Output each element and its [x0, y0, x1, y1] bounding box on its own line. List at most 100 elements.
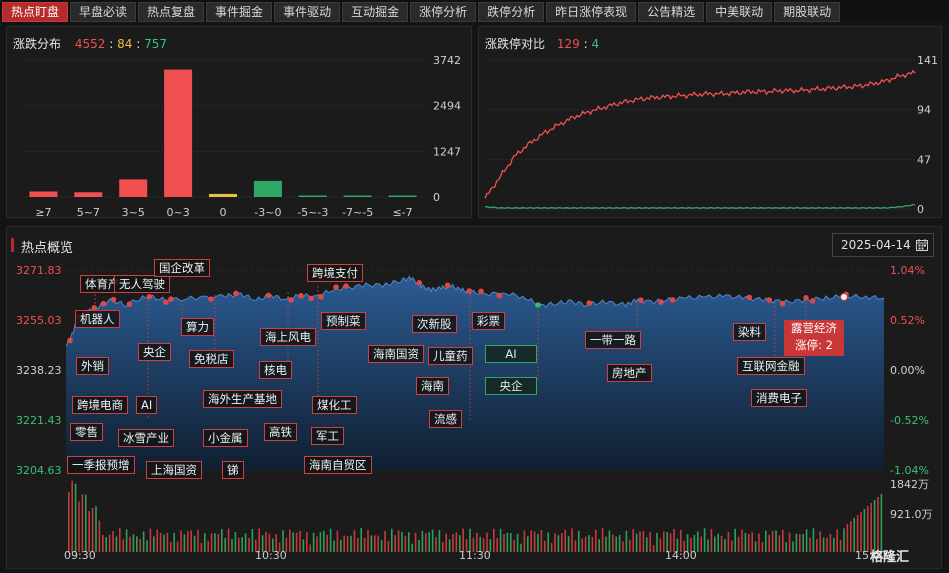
- topic-dot[interactable]: [168, 296, 174, 302]
- topic-tag[interactable]: 军工: [311, 427, 344, 445]
- volume-bar: [377, 535, 379, 552]
- topic-tag[interactable]: 互联网金融: [737, 357, 805, 375]
- right-axis-label: 0.00%: [890, 364, 925, 377]
- topic-dot[interactable]: [265, 292, 272, 299]
- volume-bar: [200, 542, 203, 552]
- volume-bar: [629, 539, 631, 552]
- topic-dot[interactable]: [638, 297, 644, 304]
- volume-bar: [309, 544, 311, 552]
- topic-tag[interactable]: 海南: [416, 377, 449, 395]
- topic-tag[interactable]: 核电: [259, 361, 292, 379]
- volume-bar: [302, 539, 305, 552]
- topic-dot[interactable]: [288, 297, 294, 303]
- topic-tag[interactable]: 一季报预增: [67, 456, 135, 474]
- topic-dot[interactable]: [67, 337, 73, 344]
- topic-dot[interactable]: [658, 299, 664, 305]
- topic-tag[interactable]: 算力: [181, 318, 214, 336]
- volume-bar: [520, 543, 522, 552]
- topic-dot[interactable]: [233, 290, 239, 297]
- topic-tag[interactable]: 免税店: [189, 350, 234, 368]
- volume-bar: [595, 529, 597, 552]
- volume-bar: [425, 533, 427, 552]
- volume-bar: [136, 536, 138, 552]
- topic-dot[interactable]: [343, 283, 349, 289]
- volume-bar: [248, 537, 250, 552]
- topic-dot[interactable]: [478, 288, 484, 295]
- topic-tag[interactable]: 煤化工: [312, 396, 357, 414]
- volume-bar: [503, 534, 505, 552]
- topic-tag[interactable]: 无人驾驶: [114, 275, 170, 293]
- topic-tag[interactable]: 冰雪产业: [118, 429, 174, 447]
- topic-tag[interactable]: 染料: [733, 323, 766, 341]
- volume-bar: [516, 533, 519, 552]
- topic-tag[interactable]: 海南国资: [368, 345, 424, 363]
- volume-bar: [119, 528, 121, 552]
- topic-tag[interactable]: 海上风电: [260, 328, 316, 346]
- topic-tag[interactable]: 高铁: [264, 423, 297, 441]
- volume-bar: [370, 535, 373, 552]
- topic-tag[interactable]: 外销: [76, 357, 109, 375]
- volume-bar: [241, 537, 243, 552]
- volume-bar: [754, 541, 757, 552]
- topic-tag[interactable]: 预制菜: [321, 312, 366, 330]
- volume-bar: [605, 536, 607, 552]
- topic-dot[interactable]: [444, 282, 451, 289]
- tooltip-anchor-dot[interactable]: [840, 293, 848, 301]
- volume-bar: [391, 528, 393, 552]
- volume-bar: [68, 492, 70, 552]
- topic-dot[interactable]: [163, 299, 169, 305]
- tooltip-name: 露营经济: [791, 321, 837, 335]
- topic-tag[interactable]: 跨境电商: [72, 396, 128, 414]
- topic-tag[interactable]: 跨境支付: [307, 264, 363, 282]
- topic-dot[interactable]: [298, 293, 304, 299]
- left-axis-label: 3255.03: [16, 314, 62, 327]
- topic-tag[interactable]: 机器人: [75, 310, 120, 328]
- topic-tag[interactable]: 央企: [138, 343, 171, 361]
- topic-dot[interactable]: [110, 296, 117, 303]
- topic-dot[interactable]: [779, 300, 786, 307]
- topic-dot[interactable]: [146, 293, 153, 300]
- topic-tag[interactable]: 消费电子: [751, 389, 807, 407]
- topic-tag[interactable]: 海南自贸区: [304, 456, 372, 474]
- volume-bar: [527, 536, 529, 552]
- topic-tag[interactable]: 房地产: [607, 364, 652, 382]
- topic-dot[interactable]: [318, 293, 324, 300]
- topic-dot[interactable]: [809, 298, 816, 304]
- topic-dot[interactable]: [333, 284, 339, 290]
- topic-tag[interactable]: 央企: [485, 377, 537, 395]
- topic-dot[interactable]: [466, 288, 473, 294]
- topic-dot[interactable]: [496, 292, 503, 299]
- topic-dot[interactable]: [766, 297, 773, 303]
- volume-bar: [397, 530, 400, 552]
- topic-tag[interactable]: 儿童药: [428, 347, 473, 365]
- volume-bar: [510, 533, 512, 552]
- volume-bar: [788, 532, 791, 552]
- left-axis-label: 3238.23: [16, 364, 62, 377]
- topic-tag[interactable]: AI: [136, 396, 158, 414]
- topic-tag[interactable]: 一带一路: [585, 331, 641, 349]
- topic-tag[interactable]: 零售: [70, 423, 103, 441]
- topic-tag[interactable]: 次新股: [412, 315, 457, 333]
- topic-dot[interactable]: [100, 300, 107, 307]
- volume-bar: [870, 503, 872, 552]
- topic-dot[interactable]: [669, 297, 676, 303]
- topic-dot[interactable]: [208, 296, 214, 302]
- topic-tag[interactable]: AI: [485, 345, 537, 363]
- volume-bar: [493, 528, 495, 552]
- topic-dot[interactable]: [416, 279, 423, 286]
- volume-bar: [567, 536, 570, 552]
- topic-tag[interactable]: 彩票: [472, 312, 505, 330]
- topic-tag[interactable]: 上海国资: [146, 461, 202, 479]
- topic-tag[interactable]: 海外生产基地: [203, 390, 282, 408]
- topic-dot[interactable]: [586, 300, 593, 306]
- topic-tag[interactable]: 国企改革: [154, 259, 210, 277]
- topic-tag[interactable]: 流感: [429, 410, 462, 428]
- volume-bar: [751, 532, 753, 552]
- topic-dot[interactable]: [126, 301, 133, 308]
- volume-bar: [775, 530, 777, 552]
- volume-bar: [731, 540, 733, 552]
- topic-dot[interactable]: [308, 295, 314, 302]
- topic-tag[interactable]: 小金属: [203, 429, 248, 447]
- topic-tag[interactable]: 锑: [222, 461, 244, 479]
- topic-dot[interactable]: [746, 294, 753, 301]
